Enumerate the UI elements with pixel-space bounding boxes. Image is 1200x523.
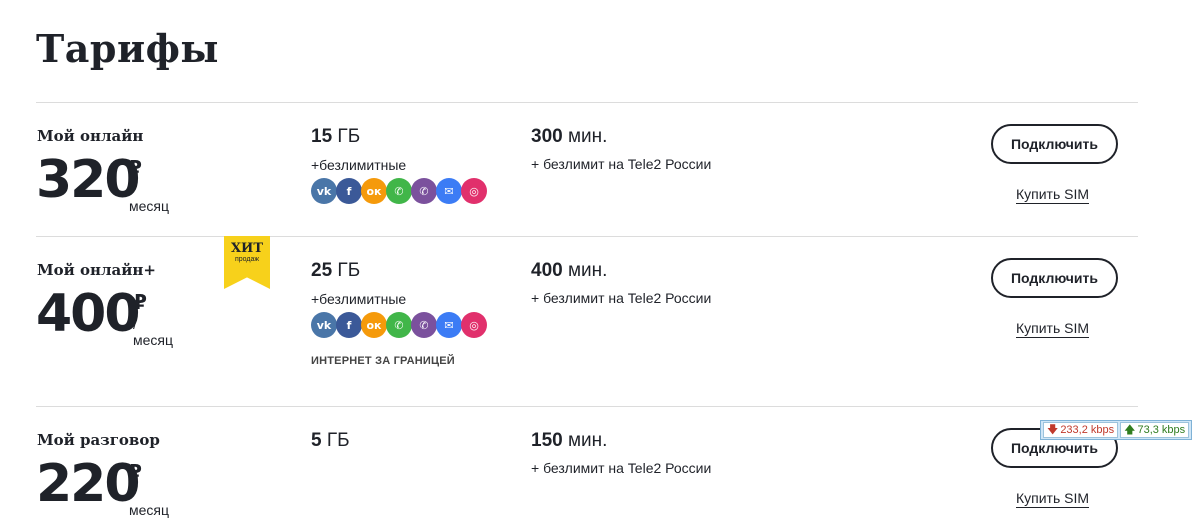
unlimited-label: +безлимитные: [311, 157, 407, 173]
network-speed-widget: 🡇 233,2 kbps 🡅 73,3 kbps: [1040, 420, 1193, 440]
minutes-subtitle: + безлимит на Tele2 России: [531, 460, 712, 476]
unlimited-label: +безлимитные: [311, 291, 407, 307]
instagram-icon[interactable]: ◎: [461, 312, 487, 338]
data-allowance: 25 ГБ: [311, 260, 360, 282]
badge-subtitle: продаж: [234, 256, 260, 263]
messenger-icon[interactable]: ✉: [436, 178, 462, 204]
data-allowance: 5 ГБ: [311, 430, 350, 452]
messenger-icon[interactable]: ✉: [436, 312, 462, 338]
price-amount: 400: [36, 284, 141, 344]
vk-icon[interactable]: vk: [311, 312, 337, 338]
plan-name: Мой разговор: [37, 431, 160, 449]
data-value: 15: [311, 126, 333, 147]
plan-name: Мой онлайн: [37, 127, 144, 145]
viber-icon[interactable]: ✆: [411, 312, 437, 338]
whatsapp-icon[interactable]: ✆: [386, 178, 412, 204]
currency-symbol: ₽: [128, 156, 142, 180]
minutes-unit: мин.: [567, 260, 608, 281]
badge-title: ХИТ: [230, 241, 264, 256]
data-unit: ГБ: [326, 430, 350, 451]
minutes-subtitle: + безлимит на Tele2 России: [531, 290, 712, 306]
odnoklassniki-icon[interactable]: ок: [361, 178, 387, 204]
price-amount: 220: [36, 454, 141, 514]
minutes-unit: мин.: [567, 430, 608, 451]
arrow-down-icon: 🡇: [1047, 423, 1059, 436]
data-value: 5: [311, 430, 322, 451]
minutes-allowance: 400 мин.: [531, 260, 607, 282]
data-unit: ГБ: [337, 260, 361, 281]
whatsapp-icon[interactable]: ✆: [386, 312, 412, 338]
price-period: /месяц: [129, 182, 170, 214]
abroad-internet-label: ИНТЕРНЕТ ЗА ГРАНИЦЕЙ: [311, 355, 455, 367]
vk-icon[interactable]: vk: [311, 178, 337, 204]
price-period: /месяц: [129, 486, 170, 518]
minutes-allowance: 150 мин.: [531, 430, 607, 452]
buy-sim-link[interactable]: Купить SIM: [1016, 490, 1090, 508]
minutes-value: 400: [531, 260, 563, 281]
social-icons: vk f ок ✆ ✆ ✉ ◎: [311, 312, 487, 338]
social-icons: vk f ок ✆ ✆ ✉ ◎: [311, 178, 487, 204]
price-period: /месяц: [133, 316, 174, 348]
currency-symbol: ₽: [133, 290, 147, 314]
page-title: Тарифы: [36, 26, 220, 71]
data-unit: ГБ: [337, 126, 361, 147]
upload-speed-value: 73,3 kbps: [1137, 424, 1186, 436]
minutes-subtitle: + безлимит на Tele2 России: [531, 156, 712, 172]
bestseller-badge: ХИТ продаж: [224, 236, 270, 289]
viber-icon[interactable]: ✆: [411, 178, 437, 204]
facebook-icon[interactable]: f: [336, 178, 362, 204]
divider: [36, 406, 1138, 407]
connect-button[interactable]: Подключить: [991, 258, 1118, 298]
connect-button[interactable]: Подключить: [991, 124, 1118, 164]
buy-sim-link[interactable]: Купить SIM: [1016, 186, 1090, 204]
data-allowance: 15 ГБ: [311, 126, 360, 148]
price-amount: 320: [36, 150, 141, 210]
minutes-value: 300: [531, 126, 563, 147]
buy-sim-link[interactable]: Купить SIM: [1016, 320, 1090, 338]
divider: [36, 236, 1138, 237]
odnoklassniki-icon[interactable]: ок: [361, 312, 387, 338]
minutes-unit: мин.: [567, 126, 608, 147]
download-speed-value: 233,2 kbps: [1060, 424, 1115, 436]
divider: [36, 102, 1138, 103]
data-value: 25: [311, 260, 333, 281]
upload-speed: 🡅 73,3 kbps: [1120, 422, 1190, 438]
facebook-icon[interactable]: f: [336, 312, 362, 338]
download-speed: 🡇 233,2 kbps: [1043, 422, 1119, 438]
plan-name: Мой онлайн+: [37, 261, 156, 279]
minutes-allowance: 300 мин.: [531, 126, 607, 148]
currency-symbol: ₽: [128, 460, 142, 484]
instagram-icon[interactable]: ◎: [461, 178, 487, 204]
arrow-up-icon: 🡅: [1124, 423, 1136, 436]
minutes-value: 150: [531, 430, 563, 451]
